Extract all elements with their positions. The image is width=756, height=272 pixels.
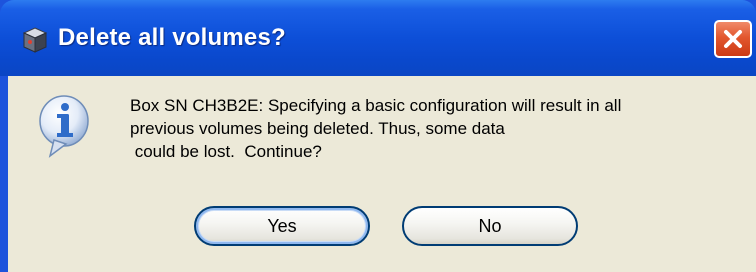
message-line: could be lost. Continue? bbox=[130, 142, 322, 161]
yes-button[interactable]: Yes bbox=[194, 206, 370, 246]
no-button[interactable]: No bbox=[402, 206, 578, 246]
dialog-body: Box SN CH3B2E: Specifying a basic config… bbox=[8, 76, 756, 272]
app-cube-icon[interactable] bbox=[22, 26, 48, 54]
dialog-window: Delete all volumes? Box SN CH3B2E: Speci… bbox=[0, 0, 756, 272]
information-icon bbox=[38, 94, 90, 158]
title-bar[interactable]: Delete all volumes? bbox=[0, 0, 756, 76]
close-button[interactable] bbox=[714, 20, 752, 58]
message-line: previous volumes being deleted. Thus, so… bbox=[130, 119, 505, 138]
dialog-title: Delete all volumes? bbox=[58, 24, 286, 51]
close-icon bbox=[724, 30, 742, 48]
dialog-message: Box SN CH3B2E: Specifying a basic config… bbox=[130, 94, 750, 163]
message-line: Box SN CH3B2E: Specifying a basic config… bbox=[130, 96, 622, 115]
